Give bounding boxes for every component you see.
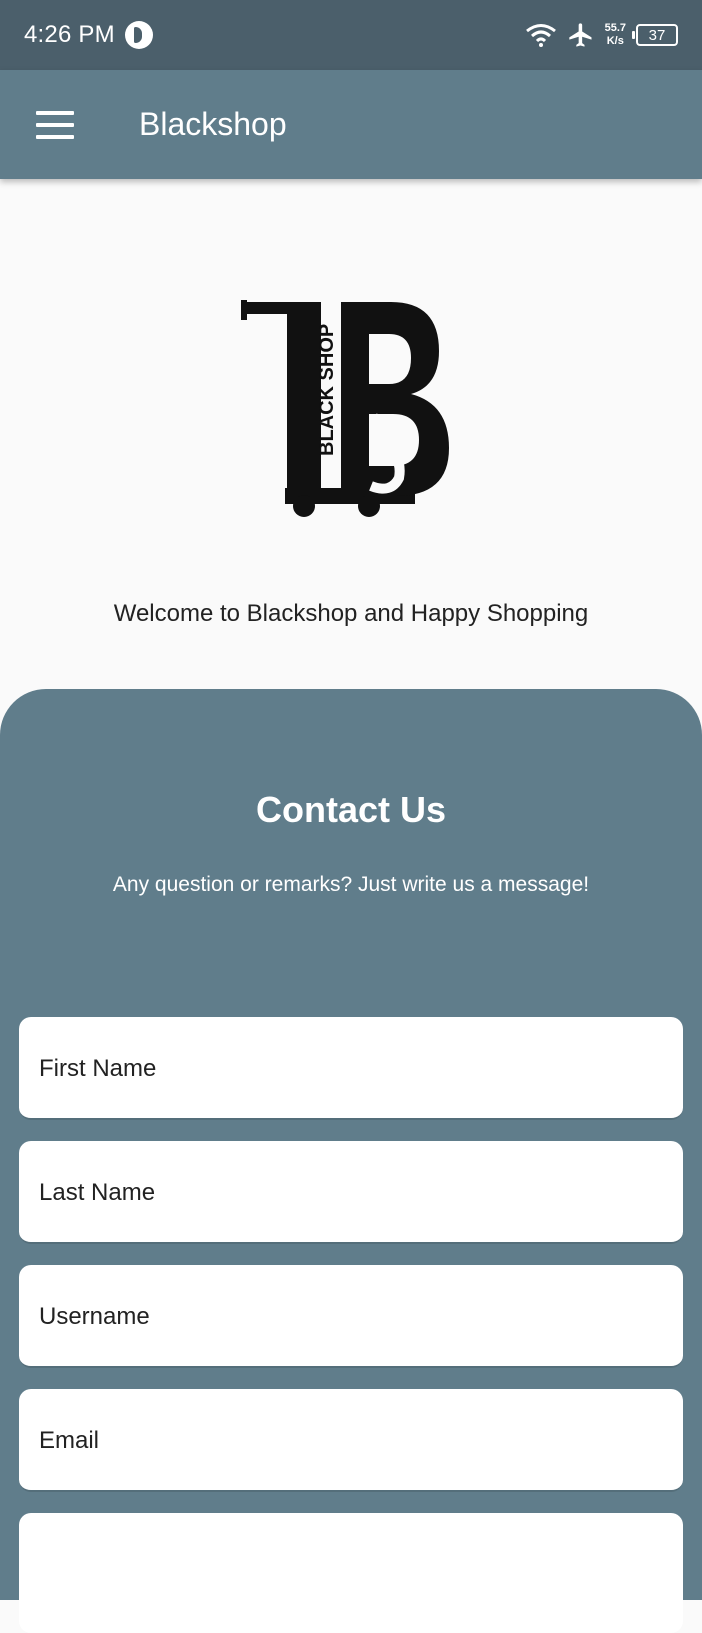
- notification-app-icon: [124, 21, 153, 49]
- logo-text: BLACK SHOP: [316, 324, 338, 456]
- welcome-message: Welcome to Blackshop and Happy Shopping: [113, 600, 589, 627]
- last-name-field[interactable]: Last Name: [19, 1141, 683, 1244]
- last-name-placeholder: Last Name: [39, 1179, 156, 1206]
- menu-line: [36, 110, 74, 115]
- status-bar: 4:26 PM 55.7 K/s 37: [0, 0, 702, 70]
- email-field[interactable]: Email: [19, 1389, 683, 1492]
- battery-level: 37: [648, 26, 666, 44]
- network-speed-unit: K/s: [606, 35, 624, 47]
- airplane-mode-icon: [568, 23, 592, 47]
- email-placeholder: Email: [39, 1427, 100, 1454]
- network-speed-value: 55.7: [604, 22, 626, 34]
- app-bar: Blackshop: [0, 70, 702, 179]
- contact-title: Contact Us: [255, 789, 447, 830]
- hamburger-menu-button[interactable]: [36, 110, 74, 139]
- contact-panel: Contact Us Any question or remarks? Just…: [0, 689, 702, 1633]
- logo-graphic: BLACK SHOP: [241, 300, 449, 517]
- status-time: 4:26 PM: [24, 21, 115, 48]
- status-icons: 55.7 K/s 37: [525, 21, 678, 49]
- blackshop-logo: BLACK SHOP: [231, 296, 471, 526]
- network-speed: 55.7 K/s: [605, 22, 626, 48]
- first-name-field[interactable]: First Name: [19, 1017, 683, 1120]
- username-field[interactable]: Username: [19, 1265, 683, 1368]
- menu-line: [36, 134, 74, 139]
- wifi-icon: [525, 24, 556, 47]
- app-title: Blackshop: [139, 106, 287, 142]
- message-field[interactable]: [19, 1513, 683, 1633]
- menu-line: [36, 122, 74, 127]
- username-placeholder: Username: [39, 1303, 150, 1330]
- contact-subtitle: Any question or remarks? Just write us a…: [112, 873, 590, 896]
- first-name-placeholder: First Name: [39, 1055, 157, 1082]
- battery-icon: 37: [632, 24, 678, 46]
